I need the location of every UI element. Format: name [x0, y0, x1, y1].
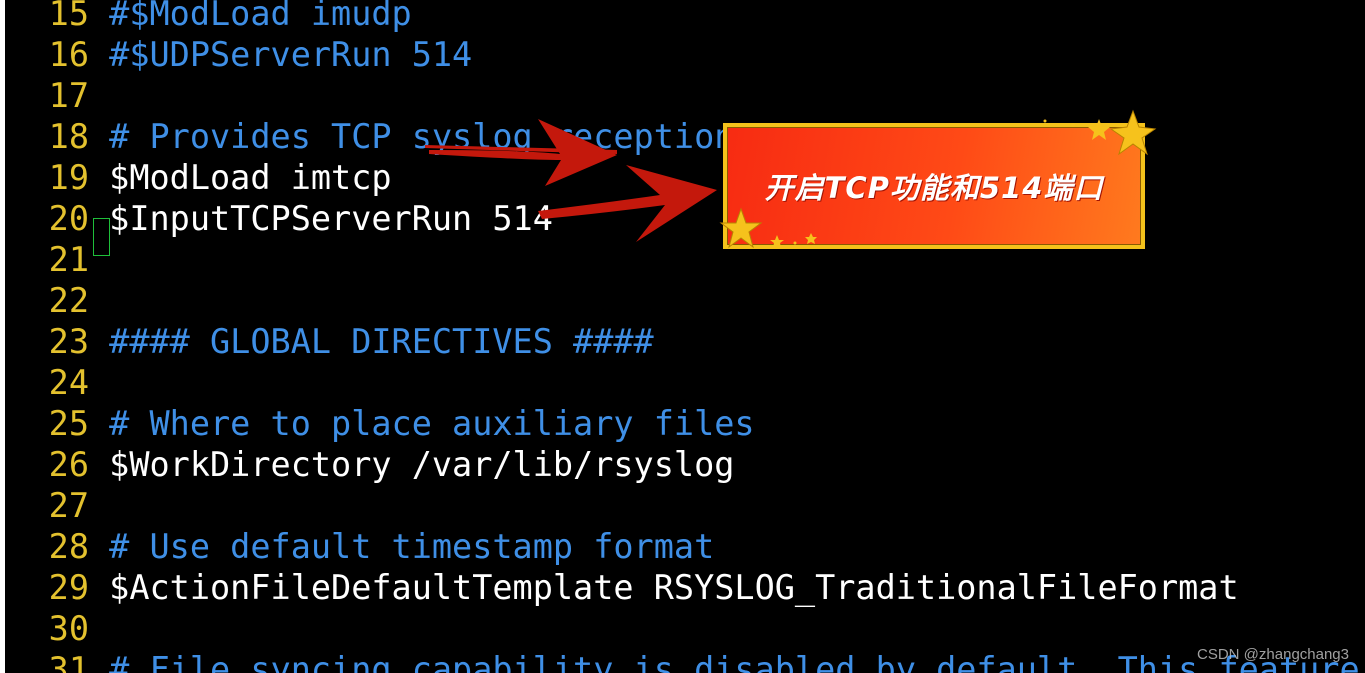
annotation-arrows: [425, 119, 717, 242]
annotation-banner: 开启TCP功能和514端口: [719, 109, 1157, 249]
terminal-window[interactable]: 15 #$ModLoad imudp 16 #$UDPServerRun 514 1…: [5, 0, 1365, 673]
watermark: CSDN @zhangchang3: [1197, 646, 1349, 663]
annotation-banner-text: 开启TCP功能和514端口: [764, 171, 1104, 205]
arrow-to-modload: [425, 119, 617, 186]
